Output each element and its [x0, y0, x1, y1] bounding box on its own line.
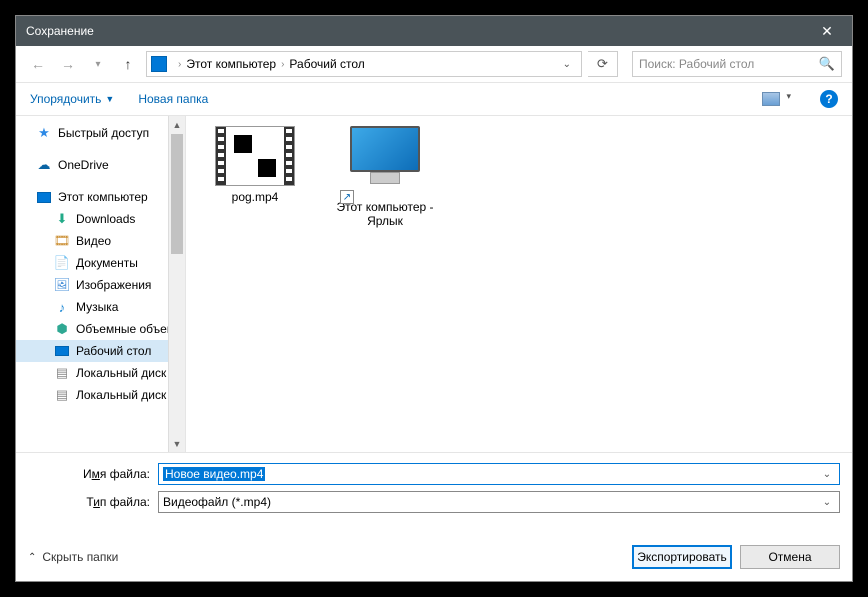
search-placeholder: Поиск: Рабочий стол: [639, 57, 754, 71]
breadcrumb[interactable]: › Этот компьютер › Рабочий стол ⌄: [146, 51, 582, 77]
window-title: Сохранение: [26, 24, 94, 38]
save-dialog: Сохранение ✕ ← → ▾ ↑ › Этот компьютер › …: [15, 15, 853, 582]
chevron-down-icon[interactable]: ⌄: [819, 469, 835, 480]
file-label: pog.mp4: [200, 190, 310, 204]
file-item-video[interactable]: pog.mp4: [200, 126, 310, 204]
filename-label: Имя файла:: [28, 467, 158, 481]
search-icon: 🔍: [819, 56, 835, 72]
search-input[interactable]: Поиск: Рабочий стол 🔍: [632, 51, 842, 77]
cancel-button[interactable]: Отмена: [740, 545, 840, 569]
back-button[interactable]: ←: [26, 52, 50, 76]
sidebar-item-video[interactable]: 🎞 Видео: [16, 230, 185, 252]
pc-icon: [36, 189, 52, 205]
sidebar-item-downloads[interactable]: ⬇ Downloads: [16, 208, 185, 230]
chevron-down-icon: ▼: [105, 94, 114, 104]
chevron-right-icon: ›: [178, 59, 181, 70]
sidebar-item-3dobjects[interactable]: ⬢ Объемные объекты: [16, 318, 185, 340]
file-item-shortcut[interactable]: ↗ Этот компьютер - Ярлык: [330, 126, 440, 228]
file-content-area[interactable]: pog.mp4 ↗ Этот компьютер - Ярлык: [186, 116, 852, 452]
star-icon: ★: [36, 125, 52, 141]
cube-icon: ⬢: [54, 321, 70, 337]
thispc-icon: [151, 56, 167, 72]
forward-button[interactable]: →: [56, 52, 80, 76]
desktop-icon: [54, 343, 70, 359]
scroll-up-icon[interactable]: ▲: [169, 116, 185, 133]
fields-panel: Имя файла: Новое видео.mp4 ⌄ Тип файла: …: [16, 452, 852, 529]
breadcrumb-dropdown[interactable]: ⌄: [557, 59, 577, 70]
refresh-button[interactable]: ⟳: [588, 51, 618, 77]
close-button[interactable]: ✕: [812, 23, 842, 40]
recent-dropdown[interactable]: ▾: [86, 52, 110, 76]
chevron-down-icon[interactable]: ⌄: [819, 497, 835, 508]
new-folder-button[interactable]: Новая папка: [138, 92, 208, 106]
sidebar: ★ Быстрый доступ ☁ OneDrive Этот компьют…: [16, 116, 186, 452]
footer: ⌃ Скрыть папки Экспортировать Отмена: [16, 529, 852, 581]
drive-icon: ▤: [54, 365, 70, 381]
sidebar-item-localdisk-1[interactable]: ▤ Локальный диск: [16, 362, 185, 384]
sidebar-scrollbar[interactable]: ▲ ▼: [168, 116, 185, 452]
hide-folders-toggle[interactable]: ⌃ Скрыть папки: [28, 550, 118, 564]
export-button[interactable]: Экспортировать: [632, 545, 732, 569]
view-options-button[interactable]: [762, 92, 780, 106]
drive-icon: ▤: [54, 387, 70, 403]
sidebar-item-desktop[interactable]: Рабочий стол: [16, 340, 185, 362]
video-icon: 🎞: [54, 233, 70, 249]
up-button[interactable]: ↑: [116, 52, 140, 76]
shortcut-arrow-icon: ↗: [340, 190, 354, 204]
sidebar-item-music[interactable]: ♪ Музыка: [16, 296, 185, 318]
breadcrumb-current[interactable]: Рабочий стол: [289, 57, 364, 71]
dialog-body: ★ Быстрый доступ ☁ OneDrive Этот компьют…: [16, 116, 852, 452]
download-icon: ⬇: [54, 211, 70, 227]
cloud-icon: ☁: [36, 157, 52, 173]
scroll-thumb[interactable]: [171, 134, 183, 254]
breadcrumb-root[interactable]: Этот компьютер: [186, 57, 276, 71]
nav-row: ← → ▾ ↑ › Этот компьютер › Рабочий стол …: [16, 46, 852, 82]
help-button[interactable]: ?: [820, 90, 838, 108]
folder-tree: ★ Быстрый доступ ☁ OneDrive Этот компьют…: [16, 116, 185, 412]
chevron-right-icon: ›: [281, 59, 284, 70]
toolbar: Упорядочить ▼ Новая папка ?: [16, 82, 852, 116]
titlebar: Сохранение ✕: [16, 16, 852, 46]
filetype-select[interactable]: Видеофайл (*.mp4) ⌄: [158, 491, 840, 513]
scroll-down-icon[interactable]: ▼: [169, 435, 185, 452]
sidebar-item-onedrive[interactable]: ☁ OneDrive: [16, 154, 185, 176]
file-label: Этот компьютер - Ярлык: [330, 200, 440, 228]
organize-menu[interactable]: Упорядочить ▼: [30, 92, 114, 106]
filename-input[interactable]: Новое видео.mp4 ⌄: [158, 463, 840, 485]
chevron-up-icon: ⌃: [28, 552, 36, 563]
filetype-label: Тип файла:: [28, 495, 158, 509]
sidebar-item-documents[interactable]: 📄 Документы: [16, 252, 185, 274]
sidebar-item-thispc[interactable]: Этот компьютер: [16, 186, 185, 208]
sidebar-item-images[interactable]: 🖼 Изображения: [16, 274, 185, 296]
sidebar-item-localdisk-2[interactable]: ▤ Локальный диск: [16, 384, 185, 406]
video-thumbnail: [215, 126, 295, 186]
shortcut-thumbnail: ↗: [330, 126, 440, 190]
image-icon: 🖼: [54, 277, 70, 293]
document-icon: 📄: [54, 255, 70, 271]
music-icon: ♪: [54, 299, 70, 315]
sidebar-item-quick-access[interactable]: ★ Быстрый доступ: [16, 122, 185, 144]
